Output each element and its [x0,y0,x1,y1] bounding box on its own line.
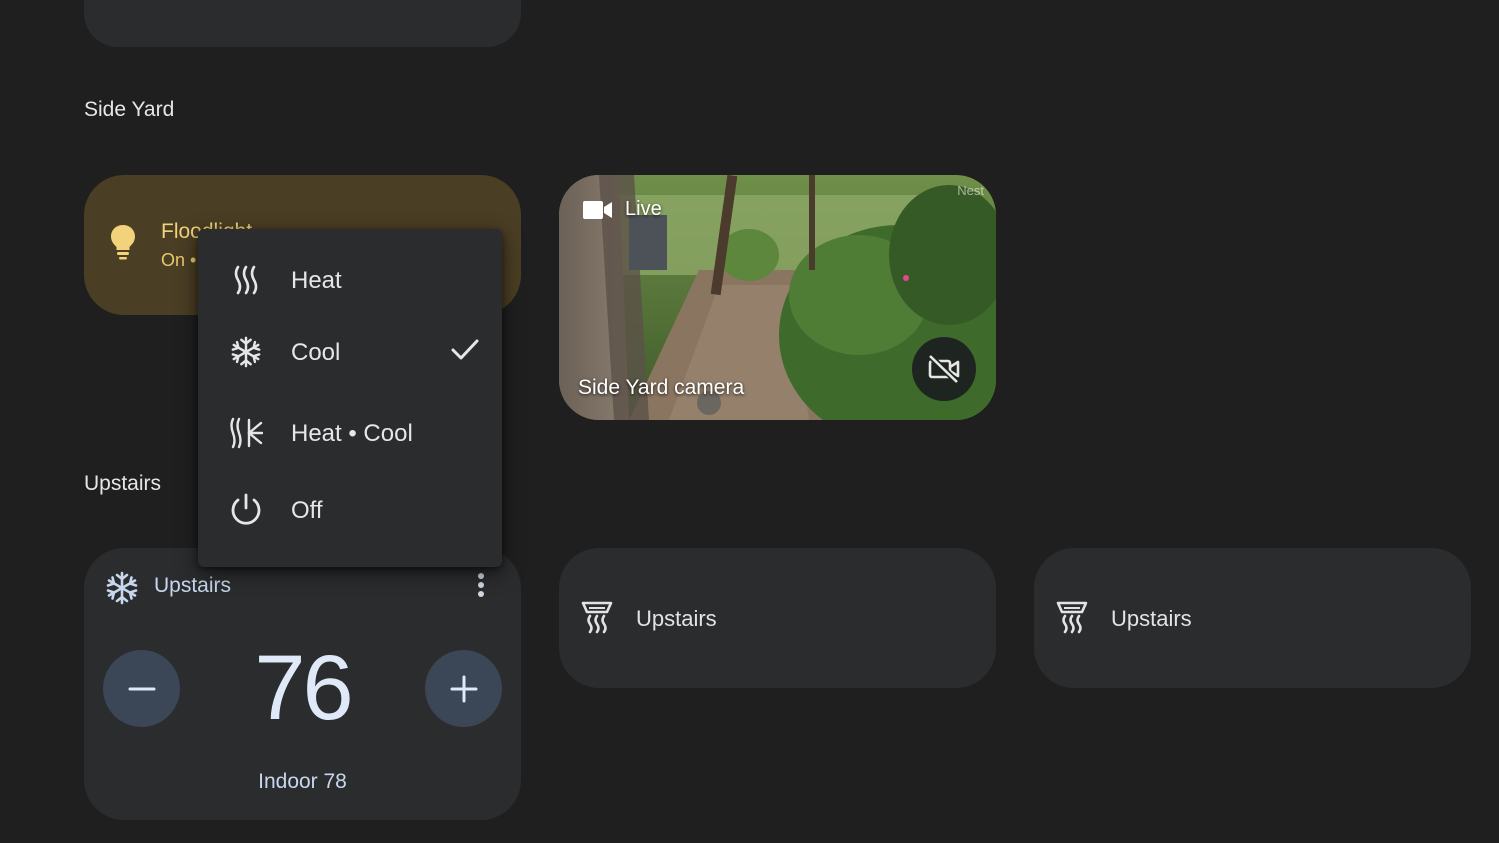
section-title-side-yard: Side Yard [84,98,175,121]
menu-item-label: Cool [291,339,341,366]
upstairs-device-tile[interactable]: Upstairs [1034,548,1471,688]
heater-icon [1056,601,1088,634]
live-label: Live [625,198,662,220]
thermostat-mode-menu: Heat Cool Heat • Cool Off [198,229,502,567]
tile-label: Upstairs [1111,606,1192,631]
menu-item-label: Heat • Cool [291,420,413,447]
more-options-icon[interactable] [470,570,492,602]
camera-tile[interactable]: Live Nest Side Yard camera [559,175,996,420]
video-camera-icon [583,200,612,219]
tile-label: Upstairs [636,606,717,631]
heater-icon [581,601,613,634]
snowflake-icon [228,334,264,370]
video-off-icon [927,354,960,384]
menu-item-label: Heat [291,267,342,294]
plus-icon [450,675,477,702]
upstairs-device-tile[interactable]: Upstairs [559,548,996,688]
thermostat-tile[interactable]: Upstairs 76 Indoor 78 [84,548,521,820]
menu-item-heat[interactable]: Heat [198,245,502,315]
heat-icon [228,262,264,298]
indoor-temperature: Indoor 78 [258,770,347,793]
menu-item-label: Off [291,497,323,524]
section-title-upstairs: Upstairs [84,472,162,495]
camera-name: Side Yard camera [578,376,745,399]
lightbulb-icon [111,225,135,260]
menu-item-heat-cool[interactable]: Heat • Cool [198,398,502,468]
heat-cool-icon [228,415,264,451]
live-indicator: Live [583,198,662,221]
power-icon [228,492,264,528]
nest-watermark: Nest [957,183,984,198]
menu-item-off[interactable]: Off [198,475,502,545]
camera-off-button[interactable] [912,337,976,401]
thermostat-name: Upstairs [154,574,232,597]
menu-item-cool[interactable]: Cool [198,317,502,387]
home-dashboard: Side Yard Floodlight On • [0,0,1499,843]
floodlight-status: On • [161,250,197,270]
device-tile-partial[interactable] [84,0,521,47]
snowflake-icon [106,571,138,605]
increase-temperature-button[interactable] [425,650,502,727]
checkmark-icon [451,339,479,360]
